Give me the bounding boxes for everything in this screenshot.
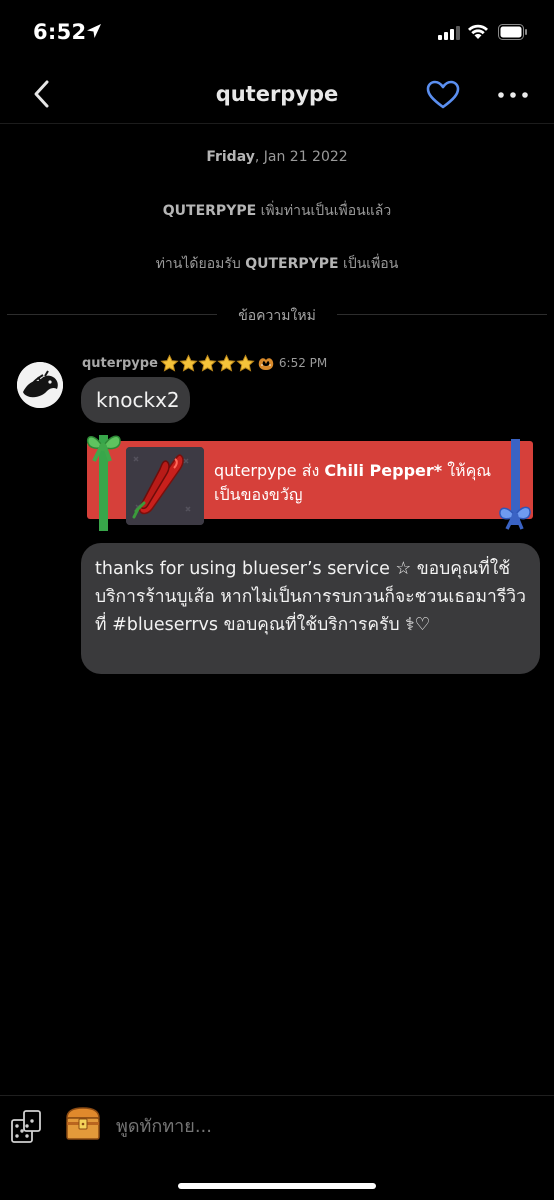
message-meta: quterpype 6:52 PM [82,353,327,373]
gift-description: quterpype ส่ง Chili Pepper* ให้คุณเป็นขอ… [214,459,504,507]
avatar[interactable] [17,362,63,408]
green-bow-icon [86,435,121,462]
avatar-image [17,362,63,408]
star-icon [160,353,179,372]
message-bubble-thanks[interactable]: thanks for using blueser’s service ☆ ขอบ… [81,543,540,674]
message-bubble-knock[interactable]: knockx2 [81,377,190,423]
accepted-prefix: ท่านได้ยอมรับ [155,256,246,272]
battery-icon [498,24,527,40]
dice-icon[interactable] [10,1108,44,1144]
chat-header: quterpype [0,64,554,124]
friend-added-text: เพิ่มท่านเป็นเพื่อนแล้ว [256,203,392,219]
message-input-bar [0,1095,554,1200]
status-time: 6:52 [33,20,87,44]
date-separator: Friday, Jan 21 2022 [0,149,554,165]
gift-sender: quterpype [214,461,297,480]
new-messages-divider: ข้อความใหม่ [7,305,547,325]
message-input[interactable] [116,1112,496,1140]
star-icon [179,353,198,372]
more-options-button[interactable] [497,90,529,100]
heart-outline-icon [426,80,460,109]
pretzel-icon [258,358,274,370]
gift-card[interactable]: quterpype ส่ง Chili Pepper* ให้คุณเป็นขอ… [84,429,533,531]
new-messages-label: ข้อความใหม่ [238,308,316,324]
gift-verb: ส่ง [296,461,325,480]
accepted-name: QUTERPYPE [245,256,339,272]
favorite-button[interactable] [426,80,460,110]
chili-pepper-icon [126,447,204,525]
message-username[interactable]: quterpype [82,356,158,371]
friend-accepted-notice: ท่านได้ยอมรับ QUTERPYPE เป็นเพื่อน [0,253,554,275]
message-time: 6:52 PM [278,356,328,370]
accepted-suffix: เป็นเพื่อน [338,256,399,272]
friend-added-notice: QUTERPYPE เพิ่มท่านเป็นเพื่อนแล้ว [0,200,554,222]
star-icon [198,353,217,372]
star-rating [160,353,255,373]
treasure-chest-icon[interactable] [64,1106,102,1142]
date-day: Friday [206,149,255,165]
date-rest: , Jan 21 2022 [254,149,348,165]
cellular-signal-icon [438,26,460,40]
home-indicator [178,1183,376,1189]
chat-title: quterpype [215,82,339,106]
more-dots-icon [498,92,528,98]
wifi-icon [468,24,488,39]
status-bar: 6:52 [0,0,554,64]
friend-added-name: QUTERPYPE [162,203,257,219]
star-icon [217,353,236,372]
location-arrow-icon [87,24,101,38]
gift-item-name: Chili Pepper* [324,461,443,480]
star-icon [236,353,255,372]
divider-line-right [337,314,547,315]
